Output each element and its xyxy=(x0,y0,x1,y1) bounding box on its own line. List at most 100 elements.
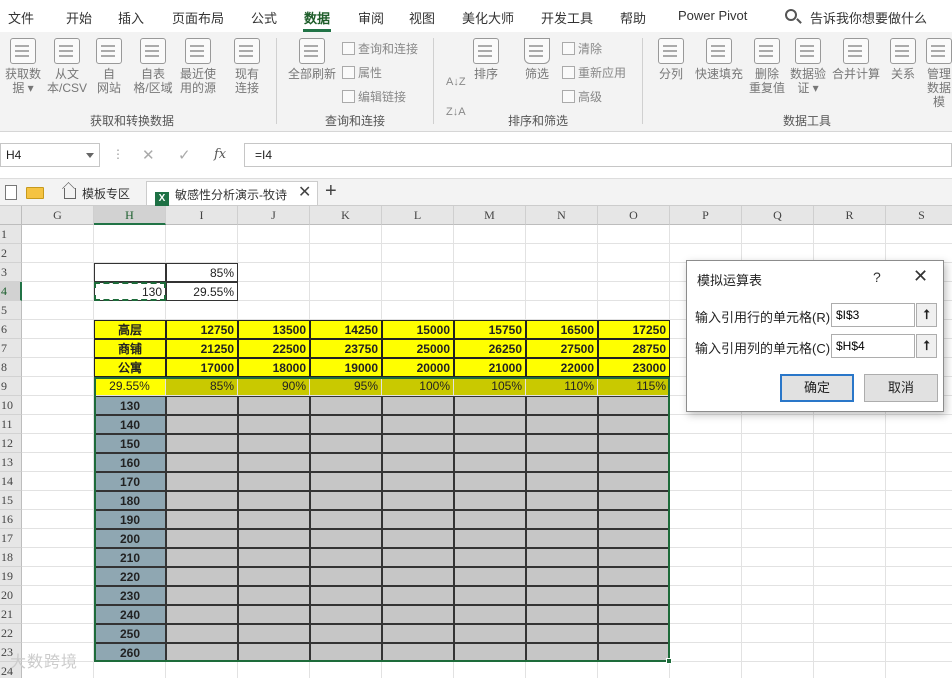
refresh-all-button[interactable]: 全部刷新 xyxy=(288,38,336,81)
result-cell[interactable] xyxy=(382,434,454,453)
get-data-button[interactable]: 现有 连接 xyxy=(226,38,268,95)
cell[interactable] xyxy=(454,263,526,282)
cell[interactable] xyxy=(526,263,598,282)
result-cell[interactable] xyxy=(166,396,238,415)
confirm-icon[interactable]: ✓ xyxy=(178,146,191,164)
cell[interactable] xyxy=(454,662,526,678)
search-icon[interactable] xyxy=(785,9,797,21)
result-cell[interactable] xyxy=(238,415,310,434)
cell[interactable] xyxy=(238,662,310,678)
result-cell[interactable] xyxy=(238,510,310,529)
data-tool-button[interactable]: 关系 xyxy=(886,38,920,81)
cell[interactable] xyxy=(22,263,94,282)
result-cell[interactable] xyxy=(454,643,526,662)
cell[interactable] xyxy=(598,244,670,263)
row-header[interactable]: 17 xyxy=(0,529,22,548)
result-cell[interactable] xyxy=(382,548,454,567)
cell[interactable] xyxy=(670,567,742,586)
row-input-cell-field[interactable] xyxy=(831,303,915,327)
result-cell[interactable] xyxy=(526,548,598,567)
result-cell[interactable] xyxy=(238,529,310,548)
row-header[interactable]: 16 xyxy=(0,510,22,529)
result-cell[interactable] xyxy=(166,643,238,662)
category-value-cell[interactable]: 15750 xyxy=(454,320,526,339)
query-option-button[interactable]: 编辑链接 xyxy=(342,88,406,105)
cell[interactable] xyxy=(382,263,454,282)
data-tool-button[interactable]: 管理 数据模 xyxy=(924,38,952,109)
cell[interactable] xyxy=(670,453,742,472)
row-header[interactable]: 8 xyxy=(0,358,22,377)
cell[interactable] xyxy=(238,282,310,301)
close-icon[interactable]: ✕ xyxy=(913,266,928,287)
row-header[interactable]: 3 xyxy=(0,263,22,282)
filter-option-button[interactable]: 高级 xyxy=(562,88,602,105)
sort-ascending-button[interactable]: A↓Z xyxy=(446,76,466,88)
result-cell[interactable] xyxy=(526,510,598,529)
cell[interactable] xyxy=(526,244,598,263)
cell[interactable] xyxy=(886,453,952,472)
select-all-corner[interactable] xyxy=(0,206,22,225)
result-cell[interactable] xyxy=(310,453,382,472)
cell[interactable] xyxy=(742,510,814,529)
cell[interactable] xyxy=(22,377,94,396)
cell[interactable] xyxy=(454,282,526,301)
cell[interactable] xyxy=(382,225,454,244)
category-value-cell[interactable]: 21000 xyxy=(454,358,526,377)
get-data-button[interactable]: 从文 本/CSV xyxy=(46,38,88,95)
result-cell[interactable] xyxy=(310,605,382,624)
result-cell[interactable] xyxy=(526,529,598,548)
cell[interactable] xyxy=(670,434,742,453)
category-value-cell[interactable]: 19000 xyxy=(310,358,382,377)
result-cell[interactable] xyxy=(238,453,310,472)
new-document-icon[interactable] xyxy=(5,185,17,200)
cell[interactable] xyxy=(670,491,742,510)
tell-me-box[interactable]: 告诉我你想要做什么 xyxy=(810,8,927,27)
cell[interactable] xyxy=(382,244,454,263)
result-cell[interactable] xyxy=(598,396,670,415)
cell[interactable] xyxy=(166,662,238,678)
filter-option-button[interactable]: 清除 xyxy=(562,40,602,57)
menu-item[interactable]: 页面布局 xyxy=(172,8,224,27)
result-cell[interactable] xyxy=(526,643,598,662)
sort-descending-button[interactable]: Z↓A xyxy=(446,106,466,118)
cell[interactable] xyxy=(22,491,94,510)
cell[interactable] xyxy=(454,301,526,320)
result-cell[interactable] xyxy=(526,453,598,472)
category-value-cell[interactable]: 22000 xyxy=(526,358,598,377)
cell[interactable] xyxy=(22,244,94,263)
result-cell[interactable] xyxy=(382,567,454,586)
cell[interactable] xyxy=(814,643,886,662)
result-cell[interactable] xyxy=(526,415,598,434)
result-cell[interactable] xyxy=(382,605,454,624)
query-option-button[interactable]: 属性 xyxy=(342,64,382,81)
result-cell[interactable] xyxy=(238,396,310,415)
result-cell[interactable] xyxy=(598,510,670,529)
result-cell[interactable] xyxy=(166,624,238,643)
category-value-cell[interactable]: 20000 xyxy=(382,358,454,377)
row-header[interactable]: 2 xyxy=(0,244,22,263)
result-cell[interactable] xyxy=(526,491,598,510)
cell[interactable] xyxy=(886,529,952,548)
cell[interactable] xyxy=(886,624,952,643)
cell[interactable] xyxy=(886,472,952,491)
cell-i3[interactable]: 85% xyxy=(166,263,238,282)
result-cell[interactable] xyxy=(310,415,382,434)
result-cell[interactable] xyxy=(598,472,670,491)
result-cell[interactable] xyxy=(166,605,238,624)
percent-header-cell[interactable]: 110% xyxy=(526,377,598,396)
menu-item[interactable]: 插入 xyxy=(118,8,144,27)
column-header-s[interactable]: S xyxy=(886,206,952,225)
cell[interactable] xyxy=(886,643,952,662)
result-cell[interactable] xyxy=(166,491,238,510)
result-cell[interactable] xyxy=(238,643,310,662)
tab-template-zone[interactable]: 模板专区 xyxy=(56,181,138,205)
result-cell[interactable] xyxy=(238,567,310,586)
category-label-cell[interactable]: 公寓 xyxy=(94,358,166,377)
cell[interactable] xyxy=(22,415,94,434)
category-value-cell[interactable]: 12750 xyxy=(166,320,238,339)
cell[interactable] xyxy=(742,567,814,586)
result-cell[interactable] xyxy=(454,510,526,529)
result-cell[interactable] xyxy=(526,624,598,643)
close-tab-icon[interactable]: ✕ xyxy=(298,182,311,202)
result-cell[interactable] xyxy=(454,453,526,472)
